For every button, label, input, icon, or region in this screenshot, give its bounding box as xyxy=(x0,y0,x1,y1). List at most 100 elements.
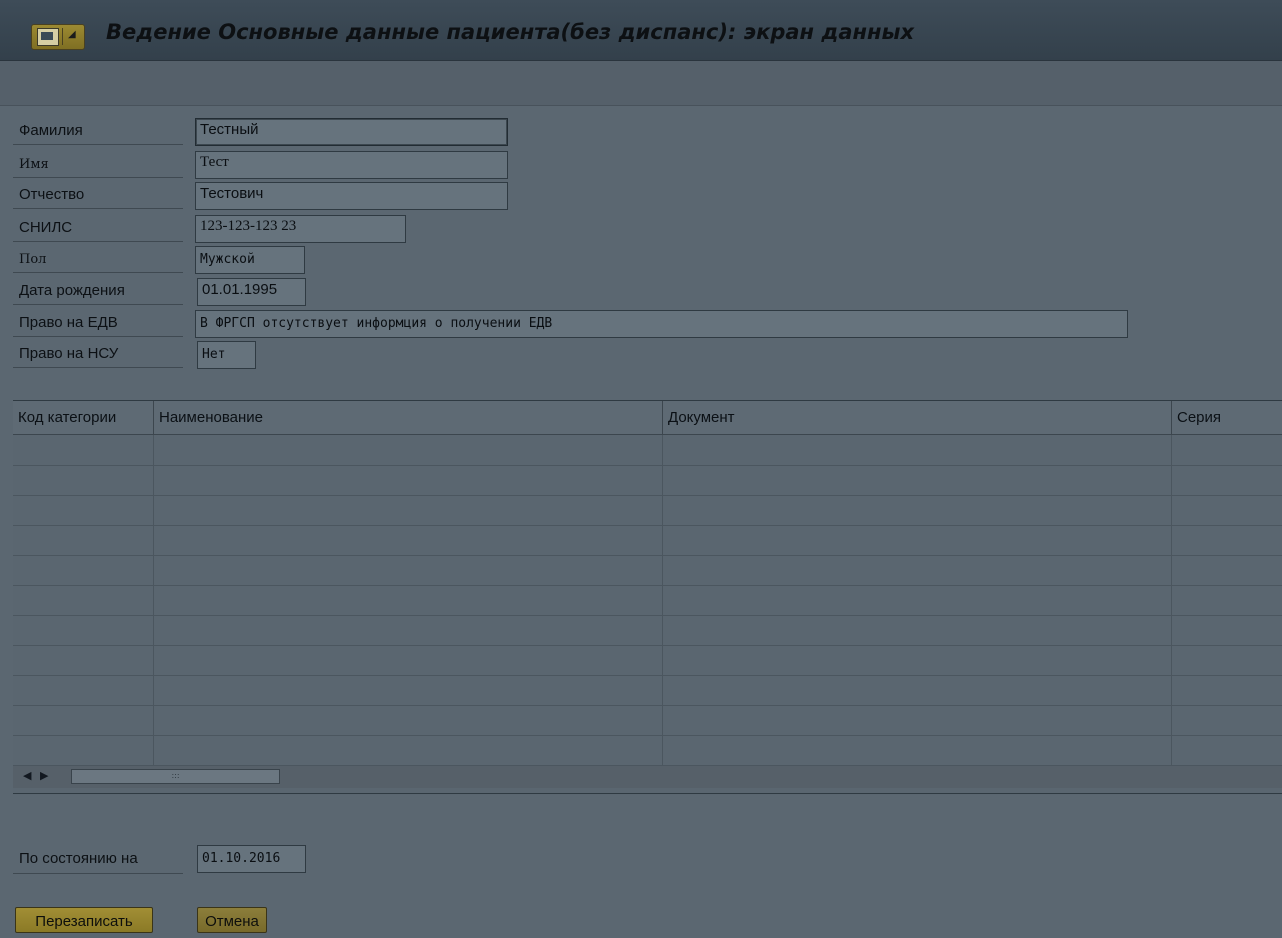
focus-corner xyxy=(196,140,202,145)
table-cell[interactable] xyxy=(154,735,663,765)
table-cell[interactable] xyxy=(154,645,663,675)
table-cell[interactable] xyxy=(13,735,154,765)
dropdown-arrow-icon: ◢ xyxy=(68,29,76,40)
table-cell[interactable] xyxy=(663,645,1172,675)
table-cell[interactable] xyxy=(13,555,154,585)
menu-button-separator xyxy=(62,28,63,45)
table-cell[interactable] xyxy=(154,495,663,525)
table-cell[interactable] xyxy=(154,615,663,645)
snils-value: 123-123-123 23 xyxy=(200,218,297,234)
horizontal-scrollbar[interactable]: ◀ ▶ ::: xyxy=(13,765,1282,788)
table-cell[interactable] xyxy=(154,435,663,465)
scrollbar-thumb[interactable]: ::: xyxy=(71,769,280,784)
table-cell[interactable] xyxy=(13,615,154,645)
as-of-row: По состоянию на 01.10.2016 xyxy=(13,845,313,874)
label-underline xyxy=(13,208,183,209)
table-cell[interactable] xyxy=(663,585,1172,615)
birthdate-field[interactable]: 01.01.1995 xyxy=(197,278,306,306)
table-cell[interactable] xyxy=(13,495,154,525)
table-cell[interactable] xyxy=(1172,615,1282,645)
table-cell[interactable] xyxy=(663,615,1172,645)
table-cell[interactable] xyxy=(1172,735,1282,765)
table-row[interactable] xyxy=(13,735,1282,766)
table-cell[interactable] xyxy=(1172,675,1282,705)
table-cell[interactable] xyxy=(154,555,663,585)
table-cell[interactable] xyxy=(13,675,154,705)
label-underline xyxy=(13,336,183,337)
label-underline xyxy=(13,272,183,273)
table-cell[interactable] xyxy=(1172,705,1282,735)
focus-corner xyxy=(196,119,202,124)
cancel-button[interactable]: Отмена xyxy=(197,907,267,933)
label-underline xyxy=(13,873,183,874)
table-row[interactable] xyxy=(13,495,1282,526)
table-cell[interactable] xyxy=(13,585,154,615)
snils-field[interactable]: 123-123-123 23 xyxy=(195,215,406,243)
table-row[interactable] xyxy=(13,615,1282,646)
table-row[interactable] xyxy=(13,675,1282,706)
as-of-date-field[interactable]: 01.10.2016 xyxy=(197,845,306,873)
table-cell[interactable] xyxy=(154,585,663,615)
column-header-name[interactable]: Наименование xyxy=(154,401,663,434)
table-cell[interactable] xyxy=(663,525,1172,555)
table-cell[interactable] xyxy=(663,555,1172,585)
table-cell[interactable] xyxy=(154,675,663,705)
table-row[interactable] xyxy=(13,525,1282,556)
table-row[interactable] xyxy=(13,555,1282,586)
title-bar: ◢ Ведение Основные данные пациента(без д… xyxy=(0,0,1282,61)
table-cell[interactable] xyxy=(154,525,663,555)
table-cell[interactable] xyxy=(154,465,663,495)
save-button[interactable]: Перезаписать xyxy=(15,907,153,933)
table-cell[interactable] xyxy=(154,705,663,735)
surname-value: Тестный xyxy=(200,121,259,138)
table-cell[interactable] xyxy=(13,435,154,465)
birthdate-label: Дата рождения xyxy=(19,282,125,299)
nsu-right-value: Нет xyxy=(202,347,226,362)
benefits-table: Код категории Наименование Документ Сери… xyxy=(13,400,1282,795)
table-cell[interactable] xyxy=(1172,435,1282,465)
table-cell[interactable] xyxy=(1172,495,1282,525)
table-cell[interactable] xyxy=(663,675,1172,705)
label-underline xyxy=(13,144,183,145)
table-cell[interactable] xyxy=(663,705,1172,735)
sap-screen: ◢ Ведение Основные данные пациента(без д… xyxy=(0,0,1282,938)
arrow-right-icon[interactable]: ▶ xyxy=(40,769,48,782)
table-row[interactable] xyxy=(13,435,1282,466)
table-cell[interactable] xyxy=(13,465,154,495)
table-cell[interactable] xyxy=(663,735,1172,765)
table-cell[interactable] xyxy=(1172,645,1282,675)
as-of-date-value: 01.10.2016 xyxy=(202,851,281,866)
gender-field[interactable]: Мужской xyxy=(195,246,305,274)
table-cell[interactable] xyxy=(13,525,154,555)
system-menu-button[interactable]: ◢ xyxy=(31,24,85,50)
patronymic-field[interactable]: Тестович xyxy=(195,182,508,210)
table-cell[interactable] xyxy=(1172,465,1282,495)
birthdate-value: 01.01.1995 xyxy=(202,281,278,298)
table-row[interactable] xyxy=(13,465,1282,496)
table-cell[interactable] xyxy=(1172,585,1282,615)
name-field[interactable]: Тест xyxy=(195,151,508,179)
arrow-left-icon[interactable]: ◀ xyxy=(23,769,31,782)
table-cell[interactable] xyxy=(663,495,1172,525)
gender-row: Пол Мужской xyxy=(13,246,313,274)
focus-corner xyxy=(501,140,507,145)
column-header-category-code[interactable]: Код категории xyxy=(13,401,154,434)
table-row[interactable] xyxy=(13,645,1282,676)
table-cell[interactable] xyxy=(13,645,154,675)
nsu-right-field[interactable]: Нет xyxy=(197,341,256,369)
column-header-series[interactable]: Серия xyxy=(1172,401,1282,434)
name-row: Имя Тест xyxy=(13,151,513,179)
surname-field[interactable]: Тестный xyxy=(195,118,508,146)
table-cell[interactable] xyxy=(13,705,154,735)
table-cell[interactable] xyxy=(1172,525,1282,555)
table-cell[interactable] xyxy=(1172,555,1282,585)
edv-right-field[interactable]: В ФРГСП отсутствует информция о получени… xyxy=(195,310,1128,338)
name-value: Тест xyxy=(200,154,229,170)
table-cell[interactable] xyxy=(663,435,1172,465)
label-underline xyxy=(13,177,183,178)
table-cell[interactable] xyxy=(663,465,1172,495)
table-row[interactable] xyxy=(13,585,1282,616)
nsu-right-row: Право на НСУ Нет xyxy=(13,341,263,369)
table-row[interactable] xyxy=(13,705,1282,736)
column-header-document[interactable]: Документ xyxy=(663,401,1172,434)
